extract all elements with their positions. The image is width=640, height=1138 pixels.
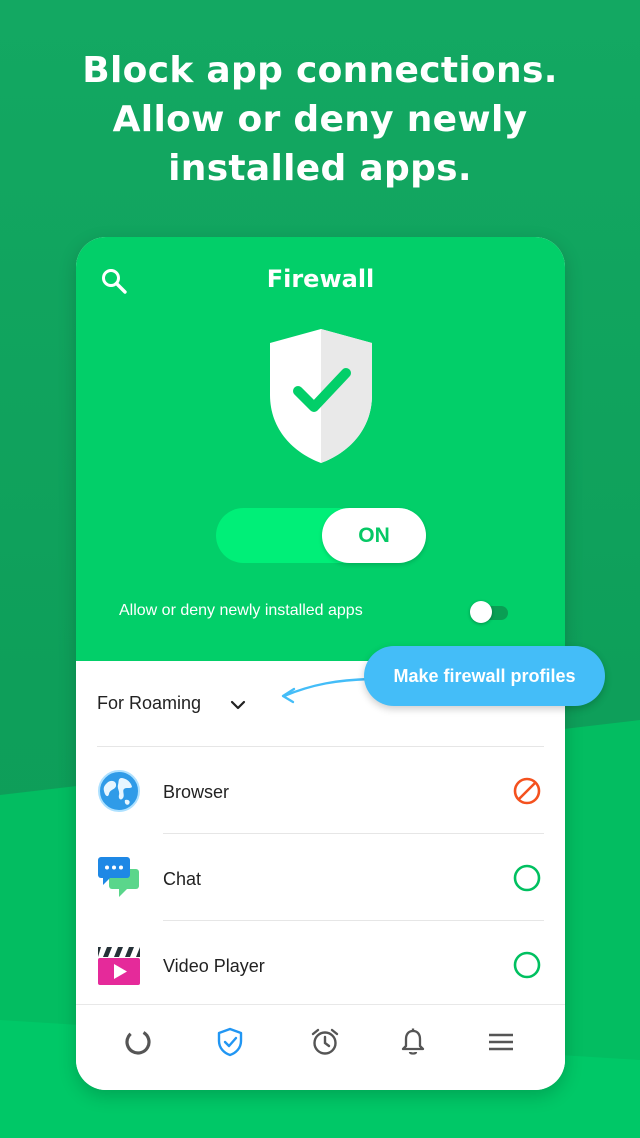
switch-label: ON xyxy=(358,523,390,547)
divider xyxy=(163,833,544,834)
page-title: Firewall xyxy=(266,265,375,293)
allowed-circle-icon[interactable] xyxy=(512,950,542,980)
shield-check-icon[interactable] xyxy=(215,1027,245,1057)
new-apps-toggle[interactable] xyxy=(470,601,510,623)
divider xyxy=(163,920,544,921)
blocked-icon[interactable] xyxy=(512,776,542,806)
app-label: Browser xyxy=(163,782,230,802)
tooltip-text: Make firewall profiles xyxy=(393,665,576,686)
globe-icon xyxy=(98,770,140,812)
firewall-main-switch[interactable]: ON xyxy=(216,508,426,563)
headline: Block app connections. Allow or deny new… xyxy=(0,46,640,193)
bottom-nav xyxy=(76,1004,565,1090)
menu-icon[interactable] xyxy=(486,1027,516,1057)
dashboard-ring-icon[interactable] xyxy=(123,1027,153,1057)
arrow-icon xyxy=(281,677,372,704)
new-apps-label: Allow or deny newly installed apps xyxy=(119,602,363,619)
chevron-down-icon[interactable] xyxy=(228,695,248,715)
divider xyxy=(97,746,544,747)
headline-line-1: Block app connections. xyxy=(82,50,558,91)
profile-selector[interactable]: For Roaming xyxy=(97,693,201,714)
app-label: Chat xyxy=(163,869,202,889)
toggle-knob xyxy=(470,601,492,623)
headline-line-3: installed apps. xyxy=(168,148,472,189)
tooltip-firewall-profiles: Make firewall profiles xyxy=(364,646,605,706)
app-label: Video Player xyxy=(163,956,265,976)
bell-icon[interactable] xyxy=(398,1027,428,1057)
shield-check-large-icon xyxy=(270,329,372,463)
chat-icon xyxy=(98,857,139,897)
switch-knob: ON xyxy=(322,508,426,563)
clapperboard-icon xyxy=(98,947,140,985)
headline-line-2: Allow or deny newly xyxy=(112,99,528,140)
alarm-clock-icon[interactable] xyxy=(310,1027,340,1057)
firewall-header: Firewall ON Allow or deny newly installe… xyxy=(76,237,565,661)
allowed-circle-icon[interactable] xyxy=(512,863,542,893)
